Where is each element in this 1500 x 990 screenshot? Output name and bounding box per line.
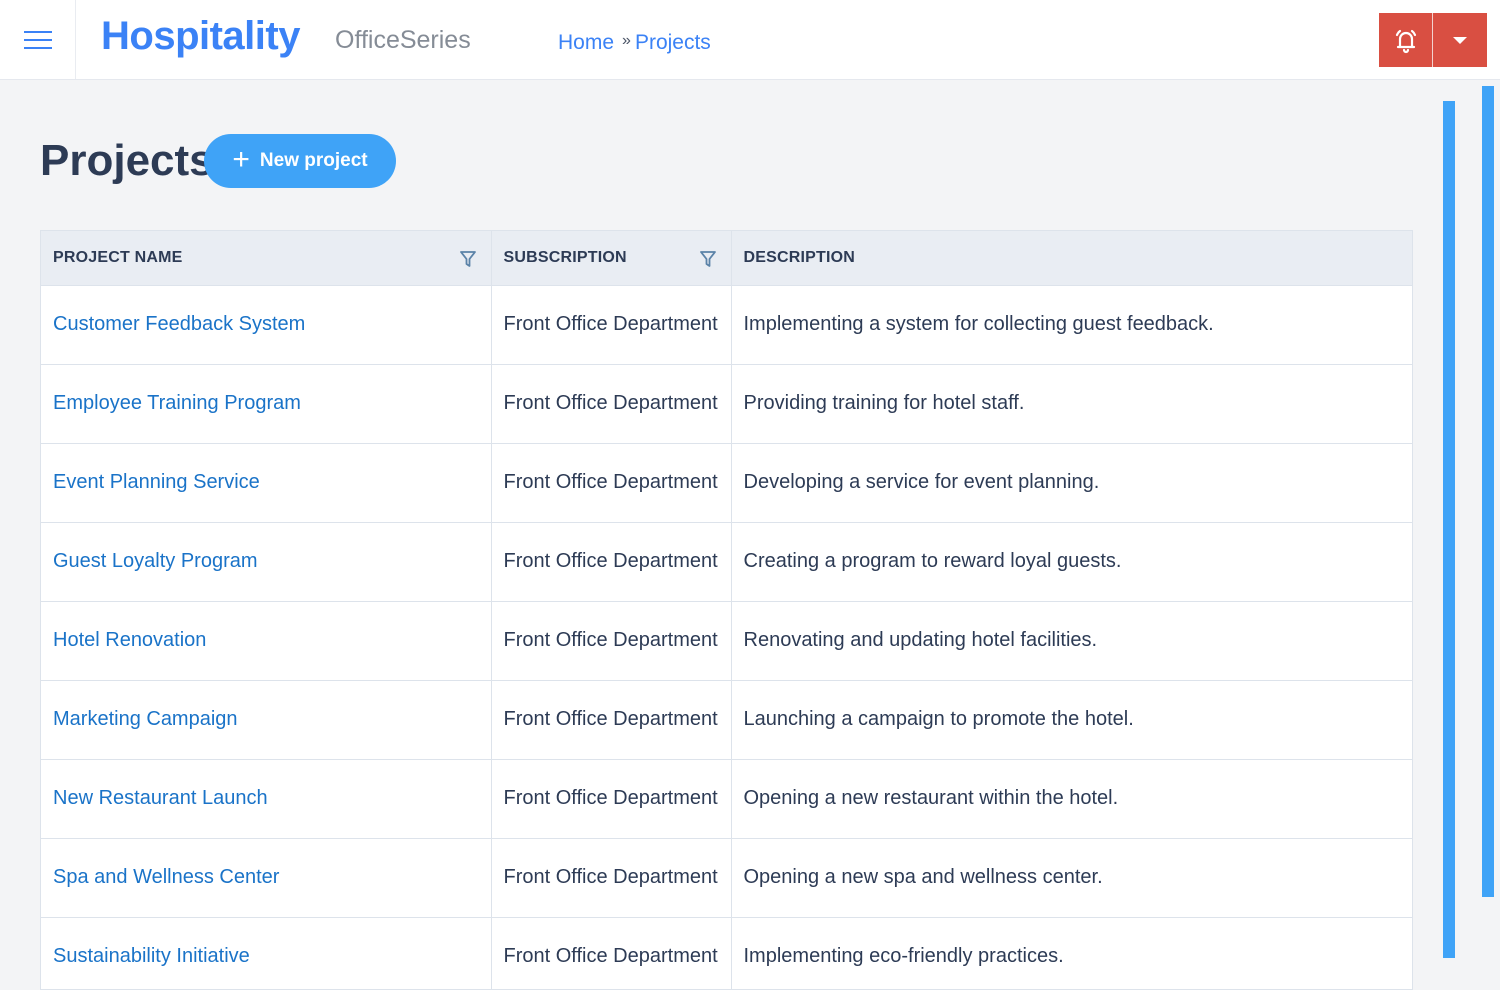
subscription-cell: Front Office Department <box>491 601 732 680</box>
alarm-dropdown-button[interactable] <box>1433 13 1487 67</box>
project-name-cell: Employee Training Program <box>41 364 492 443</box>
table-row: Customer Feedback System Front Office Dep… <box>41 285 1412 364</box>
project-name-link[interactable]: Guest Loyalty Program <box>53 550 258 572</box>
description-cell: Opening a new restaurant within the hote… <box>743 787 1119 809</box>
new-project-label: New project <box>259 150 368 171</box>
project-name-cell: New Restaurant Launch <box>41 759 492 838</box>
project-name-link[interactable]: Spa and Wellness Center <box>53 866 279 888</box>
project-name-link[interactable]: Employee Training Program <box>53 392 301 414</box>
project-name-cell: Hotel Renovation <box>41 601 492 680</box>
table-row: Spa and Wellness Center Front Office Depa… <box>41 838 1412 917</box>
alarm-button[interactable] <box>1379 13 1433 67</box>
table-header-row: PROJECT NAME SUBSCRIPTION DESCRIPTION <box>41 231 1412 285</box>
alarm-bell-icon <box>1395 29 1416 54</box>
breadcrumb: Home » Projects <box>558 31 711 55</box>
subscription-cell: Front Office Department <box>491 364 732 443</box>
caret-down-icon <box>1453 36 1467 44</box>
table-row: Marketing Campaign Front Office Departmen… <box>41 680 1412 759</box>
new-project-button[interactable]: + New project <box>204 134 396 188</box>
top-navbar: Hospitality OfficeSeries Home » Projects <box>0 0 1500 80</box>
hamburger-menu-button[interactable] <box>0 0 76 79</box>
subscription-cell: Front Office Department <box>491 285 732 364</box>
project-name-link[interactable]: Sustainability Initiative <box>53 945 250 967</box>
description-cell: Renovating and updating hotel facilities… <box>743 629 1098 651</box>
description-cell: Implementing eco-friendly practices. <box>743 945 1064 968</box>
project-name-cell: Guest Loyalty Program <box>41 522 492 601</box>
table-row: Hotel Renovation Front Office Department R… <box>41 601 1412 680</box>
description-cell: Creating a program to reward loyal guest… <box>743 550 1122 572</box>
project-name-cell: Sustainability Initiative <box>41 917 492 989</box>
alarm-button-group <box>1379 13 1487 67</box>
column-header-description[interactable]: DESCRIPTION <box>731 231 1412 285</box>
subscription-cell: Front Office Department <box>491 838 732 917</box>
table-row: Guest Loyalty Program Front Office Depart… <box>41 522 1412 601</box>
subscription-cell: Front Office Department <box>491 759 732 838</box>
table-row: New Restaurant Launch Front Office Depart… <box>41 759 1412 838</box>
filter-icon[interactable] <box>459 250 477 268</box>
table-row: Sustainability Initiative Front Office De… <box>41 917 1412 989</box>
table-row: Event Planning Service Front Office Depar… <box>41 443 1412 522</box>
page-scrollbar[interactable] <box>1482 86 1494 897</box>
column-header-project-name[interactable]: PROJECT NAME <box>41 231 492 285</box>
breadcrumb-projects[interactable]: Projects <box>635 31 711 55</box>
brand-title[interactable]: Hospitality <box>101 14 300 59</box>
breadcrumb-home[interactable]: Home <box>558 31 614 55</box>
sub-brand: OfficeSeries <box>335 26 471 54</box>
project-name-cell: Event Planning Service <box>41 443 492 522</box>
project-name-link[interactable]: Event Planning Service <box>53 471 260 493</box>
column-header-subscription[interactable]: SUBSCRIPTION <box>491 231 732 285</box>
project-name-link[interactable]: Customer Feedback System <box>53 313 305 335</box>
filter-icon[interactable] <box>699 250 717 268</box>
subscription-cell: Front Office Department <box>491 680 732 759</box>
project-name-cell: Spa and Wellness Center <box>41 838 492 917</box>
subscription-cell: Front Office Department <box>491 443 732 522</box>
column-header-label: DESCRIPTION <box>743 248 856 266</box>
subscription-cell: Front Office Department <box>491 522 732 601</box>
content-scrollbar[interactable] <box>1443 101 1455 958</box>
projects-table: PROJECT NAME SUBSCRIPTION DESCRIPTION Cu… <box>40 230 1413 990</box>
subscription-cell: Front Office Department <box>491 917 732 989</box>
column-header-label: PROJECT NAME <box>53 248 183 266</box>
description-cell: Opening a new spa and wellness center. <box>743 866 1103 888</box>
description-cell: Developing a service for event planning. <box>743 471 1100 493</box>
project-name-link[interactable]: Hotel Renovation <box>53 629 206 651</box>
project-name-link[interactable]: Marketing Campaign <box>53 708 238 730</box>
plus-icon: + <box>232 142 250 176</box>
project-name-cell: Marketing Campaign <box>41 680 492 759</box>
breadcrumb-separator-icon: » <box>622 32 631 49</box>
table-row: Employee Training Program Front Office De… <box>41 364 1412 443</box>
column-header-label: SUBSCRIPTION <box>503 248 627 266</box>
page-title: Projects <box>40 136 214 185</box>
project-name-cell: Customer Feedback System <box>41 285 492 364</box>
description-cell: Launching a campaign to promote the hote… <box>743 708 1134 730</box>
description-cell: Providing training for hotel staff. <box>743 392 1025 414</box>
project-name-link[interactable]: New Restaurant Launch <box>53 787 268 809</box>
description-cell: Implementing a system for collecting gue… <box>743 313 1214 335</box>
hamburger-menu-icon <box>23 30 52 49</box>
